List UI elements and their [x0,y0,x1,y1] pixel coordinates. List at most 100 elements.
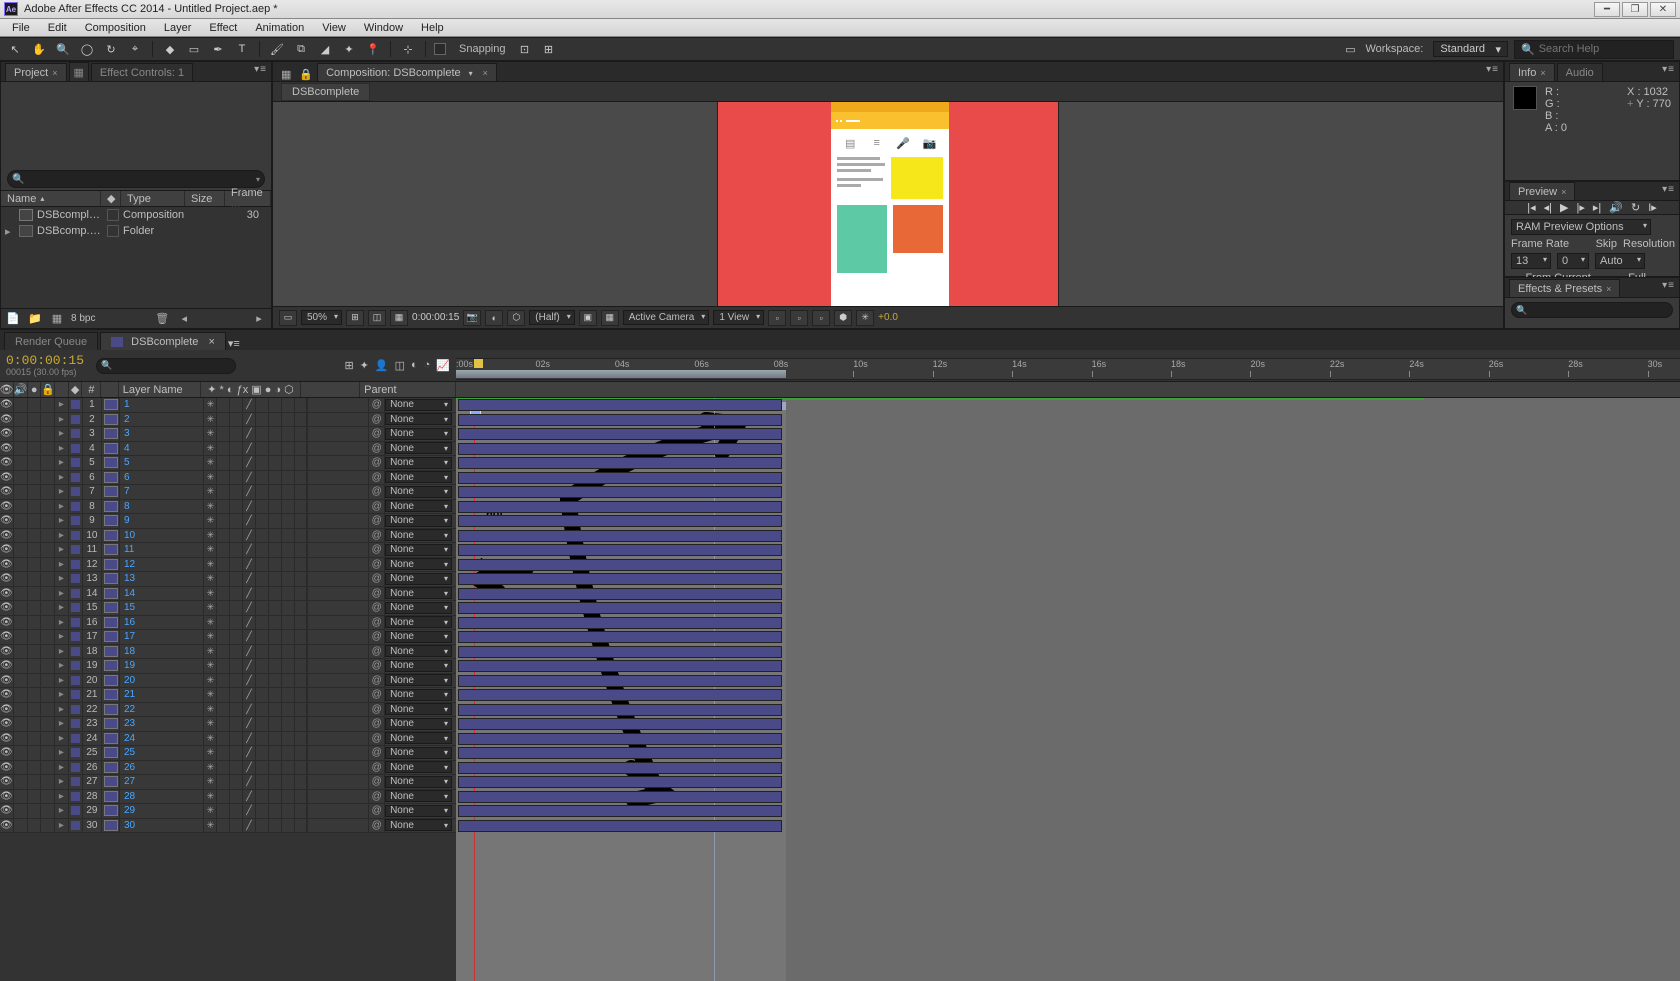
parent-pickwhip-icon[interactable]: @ [369,790,385,804]
layer-mode[interactable] [308,645,369,659]
label-swatch[interactable] [69,500,83,514]
layer-row[interactable]: 👁 ▸ 8 8 ✳ ╱ @ None [0,500,456,515]
layer-bar[interactable] [458,805,782,817]
shy-switch[interactable]: ✳ [204,717,217,731]
parent-pickwhip-icon[interactable]: @ [369,732,385,746]
layer-bar[interactable] [458,588,782,600]
label-swatch[interactable] [69,427,83,441]
speaker-icon[interactable] [14,804,28,818]
label-swatch[interactable] [69,471,83,485]
effects-search[interactable]: 🔍 [1511,302,1673,318]
chevron-right-icon[interactable]: ▸ [55,645,69,659]
shy-switch[interactable]: ✳ [204,688,217,702]
speaker-icon[interactable] [14,442,28,456]
eye-icon[interactable]: 👁 [0,413,14,427]
speaker-icon[interactable] [14,790,28,804]
layer-mode[interactable] [308,587,369,601]
shy-switch[interactable]: ✳ [204,616,217,630]
v2-icon[interactable]: ▫ [790,310,808,326]
eye-icon[interactable]: 👁 [0,601,14,615]
panel-menu-icon[interactable]: ▾≡ [1662,184,1675,195]
parent-pickwhip-icon[interactable]: @ [369,500,385,514]
shy-switch[interactable]: ✳ [204,427,217,441]
speaker-icon[interactable] [14,645,28,659]
parent-select[interactable]: None [385,776,452,788]
shy-switch[interactable]: ✳ [204,703,217,717]
label-swatch[interactable] [107,225,119,237]
eye-icon[interactable]: 👁 [0,775,14,789]
track-row[interactable] [456,485,1680,500]
tab-audio[interactable]: Audio [1557,63,1603,81]
parent-pickwhip-icon[interactable]: @ [369,601,385,615]
tab-timeline-comp[interactable]: DSBcomplete× [100,332,226,350]
speaker-icon[interactable] [14,761,28,775]
solo-icon[interactable] [28,819,42,833]
layer-bar[interactable] [458,414,782,426]
solo-icon[interactable] [28,616,42,630]
last-frame-icon[interactable]: ▸| [1593,201,1601,214]
solo-icon[interactable] [28,804,42,818]
speaker-icon[interactable] [14,775,28,789]
pen-tool-icon[interactable]: ✒ [209,40,227,58]
eye-icon[interactable]: 👁 [0,645,14,659]
tab-preview[interactable]: Preview× [1509,182,1575,200]
viewer-timecode[interactable]: 0:00:00:15 [412,312,459,323]
eye-icon[interactable]: 👁 [0,790,14,804]
help-search[interactable]: 🔍 [1514,40,1674,59]
prev-frame-icon[interactable]: ◂| [1544,201,1552,214]
skip-select[interactable]: 0 [1557,253,1589,269]
speaker-icon[interactable] [14,616,28,630]
label-swatch[interactable] [69,558,83,572]
solo-icon[interactable] [28,775,42,789]
layer-mode[interactable] [308,659,369,673]
color-mgmt-icon[interactable]: ⬡ [507,310,525,326]
shy-switch[interactable]: ✳ [204,587,217,601]
col-lock[interactable]: 🔒 [41,382,55,397]
label-swatch[interactable] [69,398,83,412]
parent-select[interactable]: None [385,805,452,817]
menu-help[interactable]: Help [413,22,452,34]
label-swatch[interactable] [69,413,83,427]
layer-bar[interactable] [458,820,782,832]
layer-row[interactable]: 👁 ▸ 20 20 ✳ ╱ @ None [0,674,456,689]
parent-pickwhip-icon[interactable]: @ [369,485,385,499]
speaker-icon[interactable] [14,601,28,615]
layer-mode[interactable] [308,674,369,688]
layer-row[interactable]: 👁 ▸ 1 1 ✳ ╱ @ None [0,398,456,413]
tl-opt2-icon[interactable]: ✦ [360,359,369,372]
parent-select[interactable]: None [385,573,452,585]
col-layer-name[interactable]: Layer Name [119,382,201,397]
parent-pickwhip-icon[interactable]: @ [369,616,385,630]
layer-bar[interactable] [458,544,782,556]
layer-row[interactable]: 👁 ▸ 3 3 ✳ ╱ @ None [0,427,456,442]
layer-row[interactable]: 👁 ▸ 29 29 ✳ ╱ @ None [0,804,456,819]
selection-tool-icon[interactable]: ↖ [6,40,24,58]
quality-switch[interactable]: ╱ [243,761,256,775]
label-swatch[interactable] [69,688,83,702]
label-swatch[interactable] [69,543,83,557]
minimize-button[interactable]: ━ [1594,2,1620,17]
v3-icon[interactable]: ▫ [812,310,830,326]
label-swatch[interactable] [69,601,83,615]
panel-menu-icon[interactable]: ▾≡ [254,64,267,75]
parent-pickwhip-icon[interactable]: @ [369,761,385,775]
label-swatch[interactable] [69,775,83,789]
speaker-icon[interactable] [14,674,28,688]
shy-switch[interactable]: ✳ [204,456,217,470]
panel-menu-icon[interactable]: ▾≡ [228,337,240,350]
parent-pickwhip-icon[interactable]: @ [369,442,385,456]
chevron-right-icon[interactable]: ▸ [55,732,69,746]
parent-select[interactable]: None [385,660,452,672]
time-ruler[interactable]: :00s02s04s06s08s10s12s14s16s18s20s22s24s… [456,350,1680,381]
lock-icon[interactable] [41,514,55,528]
layer-bar[interactable] [458,675,782,687]
chevron-right-icon[interactable]: ▸ [55,529,69,543]
lock-icon[interactable] [41,601,55,615]
track-row[interactable] [456,442,1680,457]
chevron-right-icon[interactable]: ▸ [55,427,69,441]
v4-icon[interactable]: ⬢ [834,310,852,326]
project-search[interactable]: 🔍▾ [7,170,265,188]
lock-icon[interactable] [41,485,55,499]
shy-switch[interactable]: ✳ [204,804,217,818]
project-row[interactable]: DSBcomplete Composition 30 [1,207,271,223]
